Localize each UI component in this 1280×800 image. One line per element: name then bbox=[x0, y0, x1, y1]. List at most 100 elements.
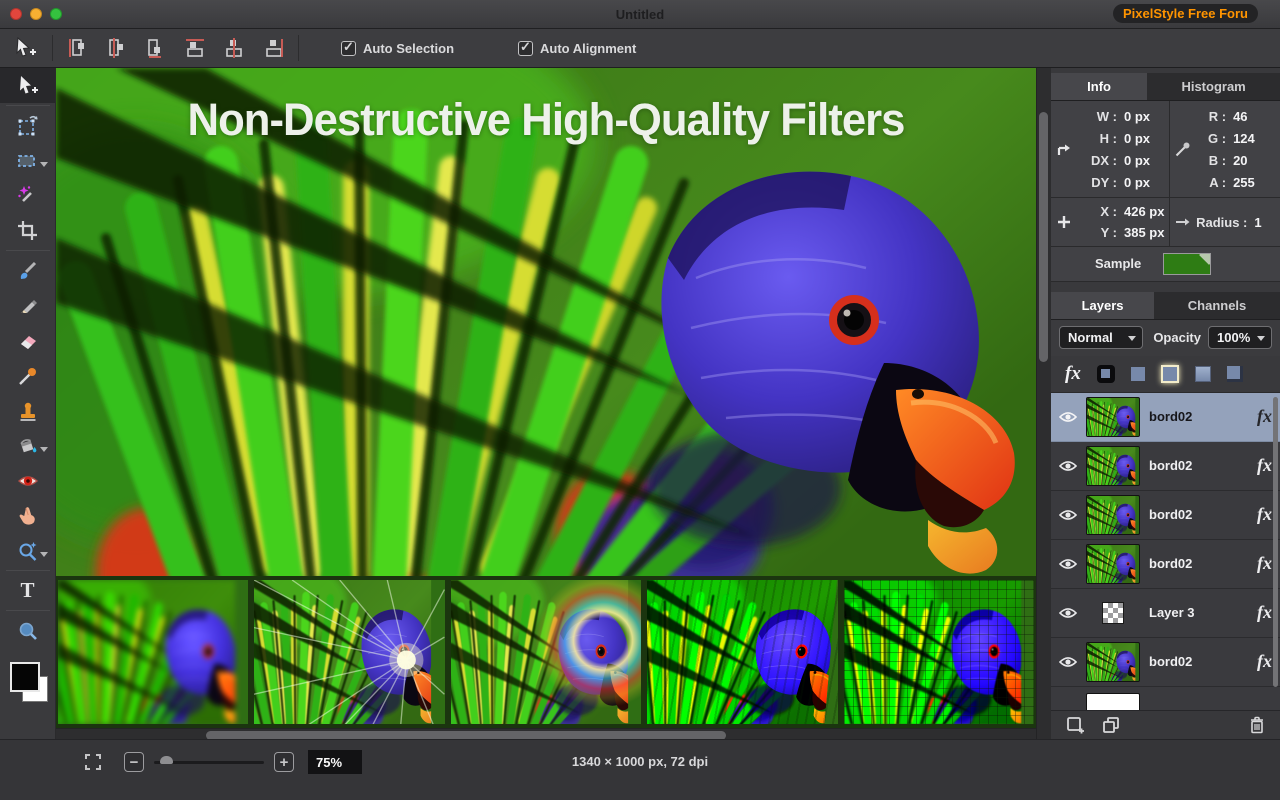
sample-color-swatch[interactable] bbox=[1163, 253, 1211, 275]
transparent-layer-thumbnail bbox=[1102, 602, 1124, 624]
layer-option-3-button[interactable] bbox=[1161, 365, 1179, 383]
dx-label: DX : bbox=[1077, 153, 1117, 168]
new-layer-button[interactable] bbox=[1065, 715, 1085, 735]
filter-thumb-motion-blur[interactable] bbox=[58, 580, 248, 724]
layer-fx-badge[interactable]: fx bbox=[1257, 602, 1272, 623]
layer-option-5-button[interactable] bbox=[1227, 366, 1243, 382]
dy-value: 0 px bbox=[1124, 175, 1150, 190]
layer-visibility-eye-icon[interactable] bbox=[1059, 607, 1077, 619]
layer-fx-badge[interactable]: fx bbox=[1257, 651, 1272, 672]
align-left-button[interactable] bbox=[67, 37, 89, 59]
layer-visibility-eye-icon[interactable] bbox=[1059, 460, 1077, 472]
checkbox-checked-icon bbox=[341, 41, 356, 56]
tool-red-eye[interactable] bbox=[0, 463, 55, 498]
light-rays-overlay bbox=[254, 580, 444, 724]
fit-to-screen-button[interactable] bbox=[84, 753, 102, 771]
toolbar-separator bbox=[52, 35, 53, 61]
eyedropper-small-icon bbox=[1170, 140, 1196, 158]
layer-visibility-eye-icon[interactable] bbox=[1059, 656, 1077, 668]
tool-pencil[interactable] bbox=[0, 288, 55, 323]
tab-info[interactable]: Info bbox=[1051, 73, 1147, 100]
delete-layer-trash-button[interactable] bbox=[1248, 715, 1266, 735]
tab-layers[interactable]: Layers bbox=[1051, 292, 1154, 319]
tools-separator bbox=[6, 105, 50, 106]
canvas-vertical-scrollbar[interactable] bbox=[1036, 68, 1051, 739]
tool-clone-stamp[interactable] bbox=[0, 393, 55, 428]
document-dimensions: 1340 × 1000 px, 72 dpi bbox=[572, 754, 708, 769]
layer-visibility-eye-icon[interactable] bbox=[1059, 509, 1077, 521]
auto-selection-checkbox[interactable]: Auto Selection bbox=[341, 41, 454, 56]
layers-actions-bar bbox=[1051, 710, 1280, 739]
title-bar: Untitled PixelStyle Free Foru bbox=[0, 0, 1280, 29]
layer-row[interactable]: bord02 fx bbox=[1051, 540, 1280, 589]
layer-fx-badge[interactable]: fx bbox=[1257, 553, 1272, 574]
status-bar: − + 75% 1340 × 1000 px, 72 dpi bbox=[0, 739, 1280, 800]
duplicate-layer-button[interactable] bbox=[1101, 715, 1121, 735]
layers-scrollbar-thumb[interactable] bbox=[1273, 397, 1278, 687]
align-bottom-button[interactable] bbox=[262, 37, 284, 59]
dy-label: DY : bbox=[1077, 175, 1117, 190]
layer-row[interactable] bbox=[1051, 687, 1280, 710]
blend-mode-dropdown[interactable]: Normal bbox=[1059, 326, 1143, 349]
tool-text[interactable]: T bbox=[0, 573, 55, 608]
tool-rect-select[interactable] bbox=[0, 143, 55, 178]
filter-thumb-zoom-rays[interactable] bbox=[254, 580, 444, 724]
zoom-slider[interactable] bbox=[154, 761, 264, 764]
layer-row[interactable]: bord02 fx bbox=[1051, 491, 1280, 540]
filter-thumb-glow-ring[interactable] bbox=[451, 580, 641, 724]
opacity-value: 100% bbox=[1217, 330, 1250, 345]
layer-row[interactable]: bord02 fx bbox=[1051, 638, 1280, 687]
align-top-button[interactable] bbox=[184, 37, 206, 59]
layer-option-1-button[interactable] bbox=[1097, 365, 1115, 383]
zoom-out-button[interactable]: − bbox=[124, 752, 144, 772]
layer-visibility-eye-icon[interactable] bbox=[1059, 411, 1077, 423]
tool-eraser[interactable] bbox=[0, 323, 55, 358]
zoom-controls: − + 75% bbox=[84, 750, 362, 774]
tab-channels[interactable]: Channels bbox=[1154, 292, 1280, 319]
document-canvas[interactable]: Non-Destructive High-Quality Filters bbox=[56, 68, 1036, 576]
foreground-color-swatch[interactable] bbox=[10, 662, 40, 692]
align-center-horizontal-button[interactable] bbox=[106, 37, 128, 59]
magnifier-star-icon bbox=[16, 539, 40, 563]
layer-row[interactable]: bord02 fx bbox=[1051, 393, 1280, 442]
layer-fx-badge[interactable]: fx bbox=[1257, 504, 1272, 525]
tool-paint-bucket[interactable] bbox=[0, 428, 55, 463]
opacity-dropdown[interactable]: 100% bbox=[1208, 326, 1272, 349]
opacity-label: Opacity bbox=[1153, 330, 1201, 345]
filter-thumb-wave-distort[interactable] bbox=[647, 580, 837, 724]
layer-name: bord02 bbox=[1149, 556, 1192, 571]
layer-fx-badge[interactable]: fx bbox=[1257, 455, 1272, 476]
tool-magic-wand[interactable] bbox=[0, 178, 55, 213]
align-right-button[interactable] bbox=[145, 37, 167, 59]
zoom-level-field[interactable]: 75% bbox=[308, 750, 362, 774]
layer-option-2-button[interactable] bbox=[1131, 367, 1145, 381]
radius-arrow-icon bbox=[1170, 213, 1196, 231]
vertical-scroll-thumb[interactable] bbox=[1039, 112, 1048, 362]
tool-effects-zoom[interactable] bbox=[0, 533, 55, 568]
layer-option-4-button[interactable] bbox=[1195, 366, 1211, 382]
filter-thumb-pixelate[interactable] bbox=[844, 580, 1034, 724]
align-middle-vertical-button[interactable] bbox=[223, 37, 245, 59]
move-tool-icon bbox=[16, 74, 40, 98]
tool-eyedropper[interactable] bbox=[0, 358, 55, 393]
layer-visibility-eye-icon[interactable] bbox=[1059, 558, 1077, 570]
tool-zoom[interactable] bbox=[0, 613, 55, 648]
layer-fx-badge[interactable]: fx bbox=[1257, 406, 1272, 427]
tool-brush[interactable] bbox=[0, 253, 55, 288]
pixelstyle-promo-badge[interactable]: PixelStyle Free Foru bbox=[1113, 4, 1258, 23]
tab-histogram[interactable]: Histogram bbox=[1147, 73, 1280, 100]
wave-streaks-overlay bbox=[647, 580, 837, 724]
color-swatches[interactable] bbox=[8, 662, 48, 706]
tool-move[interactable] bbox=[0, 68, 55, 103]
layer-row[interactable]: bord02 fx bbox=[1051, 442, 1280, 491]
zoom-in-button[interactable]: + bbox=[274, 752, 294, 772]
a-value: 255 bbox=[1233, 175, 1255, 190]
tool-smudge[interactable] bbox=[0, 498, 55, 533]
auto-alignment-checkbox[interactable]: Auto Alignment bbox=[518, 41, 636, 56]
zoom-slider-thumb[interactable] bbox=[160, 756, 173, 764]
layer-name: bord02 bbox=[1149, 458, 1192, 473]
tool-transform[interactable] bbox=[0, 108, 55, 143]
tool-crop[interactable] bbox=[0, 213, 55, 248]
main-area: T Non-Destructive High-Quality Filters bbox=[0, 68, 1280, 739]
layer-row[interactable]: Layer 3 fx bbox=[1051, 589, 1280, 638]
